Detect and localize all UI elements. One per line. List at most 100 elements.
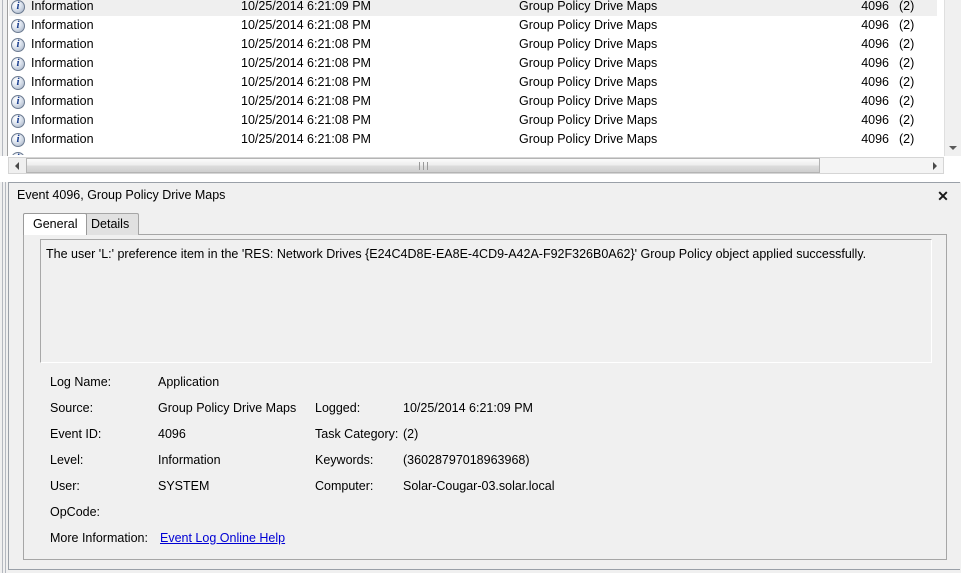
opcode-label: OpCode: — [50, 505, 101, 519]
table-row[interactable]: Information 10/25/2014 6:21:08 PM Group … — [9, 16, 937, 35]
row-taskcategory-cell: (2) — [899, 132, 915, 146]
row-level-cell: Information — [9, 130, 169, 149]
table-row[interactable]: Information 10/25/2014 6:21:08 PM Group … — [9, 35, 937, 54]
level-value: Information — [158, 453, 221, 467]
row-datetime-cell: 10/25/2014 6:21:08 PM — [241, 94, 371, 108]
information-icon — [11, 114, 25, 128]
row-eventid-cell: 4096 — [861, 37, 889, 51]
row-taskcategory-cell: (2) — [899, 37, 915, 51]
computer-label: Computer: — [315, 479, 374, 493]
field-row-event-id: Event ID: 4096 Task Category: (2) — [40, 427, 932, 453]
row-datetime-cell: 10/25/2014 6:21:08 PM — [241, 18, 371, 32]
row-taskcategory-cell: (2) — [899, 0, 915, 13]
list-vertical-scrollbar[interactable] — [944, 0, 961, 156]
row-eventid-cell: 4096 — [861, 75, 889, 89]
field-row-opcode: OpCode: — [40, 505, 932, 531]
row-source-cell: Group Policy Drive Maps — [519, 56, 658, 70]
row-level-label: Information — [31, 56, 94, 70]
table-row[interactable]: Information 10/25/2014 6:21:08 PM Group … — [9, 130, 937, 149]
active-tab-underline-mask — [24, 234, 80, 235]
information-icon — [11, 76, 25, 90]
row-source-cell: Group Policy Drive Maps — [519, 0, 658, 13]
row-level-cell: Information — [9, 16, 169, 35]
source-value: Group Policy Drive Maps — [158, 401, 297, 415]
keywords-value: (36028797018963968) — [403, 453, 530, 467]
row-datetime-cell: 10/25/2014 6:21:08 PM — [241, 132, 371, 146]
information-icon — [11, 133, 25, 147]
tab-details[interactable]: Details — [81, 213, 140, 235]
information-icon — [11, 19, 25, 33]
arrow-down-icon — [949, 146, 957, 150]
table-row[interactable]: Information 10/25/2014 6:21:08 PM Group … — [9, 73, 937, 92]
detail-left-frame-rail — [0, 182, 8, 573]
field-row-source: Source: Group Policy Drive Maps Logged: … — [40, 401, 932, 427]
event-log-online-help-link[interactable]: Event Log Online Help — [160, 531, 285, 545]
scroll-right-button[interactable] — [926, 158, 943, 173]
row-taskcategory-cell: (2) — [899, 18, 915, 32]
event-detail-pane: Event 4096, Group Policy Drive Maps ✕ Ge… — [0, 182, 961, 573]
event-list-rows[interactable]: Information 10/25/2014 6:21:09 PM Group … — [9, 0, 937, 156]
information-icon — [11, 0, 25, 14]
task-category-value: (2) — [403, 427, 419, 441]
event-list-pane: Information 10/25/2014 6:21:09 PM Group … — [0, 0, 961, 156]
arrow-left-icon — [15, 162, 19, 170]
field-row-more-information: More Information: Event Log Online Help — [40, 531, 932, 557]
detail-header-bar: Event 4096, Group Policy Drive Maps ✕ — [9, 183, 960, 209]
row-level-cell: Information — [9, 0, 169, 16]
window-bottom-border — [8, 569, 960, 573]
tab-general[interactable]: General — [23, 213, 88, 235]
row-eventid-cell: 4096 — [861, 94, 889, 108]
row-datetime-cell: 10/25/2014 6:21:08 PM — [241, 37, 371, 51]
row-level-cell: Information — [9, 92, 169, 111]
event-message-box[interactable]: The user 'L:' preference item in the 'RE… — [40, 239, 932, 363]
row-datetime-cell: 10/25/2014 6:21:08 PM — [241, 113, 371, 127]
scroll-left-button[interactable] — [9, 158, 26, 173]
row-datetime-cell: 10/25/2014 6:21:08 PM — [241, 56, 371, 70]
table-row[interactable]: Information 10/25/2014 6:21:09 PM Group … — [9, 0, 937, 16]
row-eventid-cell: 4096 — [861, 18, 889, 32]
row-source-cell: Group Policy Drive Maps — [519, 37, 658, 51]
row-eventid-cell: 4096 — [861, 132, 889, 146]
table-row-partial[interactable] — [9, 149, 937, 155]
row-level-label: Information — [31, 75, 94, 89]
table-row[interactable]: Information 10/25/2014 6:21:08 PM Group … — [9, 54, 937, 73]
field-row-user: User: SYSTEM Computer: Solar-Cougar-03.s… — [40, 479, 932, 505]
row-datetime-cell: 10/25/2014 6:21:09 PM — [241, 0, 371, 13]
keywords-label: Keywords: — [315, 453, 374, 467]
user-label: User: — [50, 479, 80, 493]
logged-label: Logged: — [315, 401, 361, 415]
scrollbar-grip-icon — [419, 162, 428, 170]
field-row-log-name: Log Name: Application — [40, 375, 932, 401]
task-category-label: Task Category: — [315, 427, 399, 441]
event-properties-grid: Log Name: Application Source: Group Poli… — [40, 375, 932, 557]
log-name-value: Application — [158, 375, 220, 389]
field-row-level: Level: Information Keywords: (3602879701… — [40, 453, 932, 479]
more-information-label: More Information: — [50, 531, 148, 545]
row-taskcategory-cell: (2) — [899, 75, 915, 89]
row-source-cell: Group Policy Drive Maps — [519, 75, 658, 89]
row-level-cell: Information — [9, 111, 169, 130]
table-row[interactable]: Information 10/25/2014 6:21:08 PM Group … — [9, 111, 937, 130]
information-icon — [11, 57, 25, 71]
tab-content-general: The user 'L:' preference item in the 'RE… — [23, 235, 947, 560]
horizontal-scrollbar-thumb[interactable] — [26, 158, 820, 173]
information-icon — [11, 38, 25, 52]
row-source-cell: Group Policy Drive Maps — [519, 113, 658, 127]
event-message-text: The user 'L:' preference item in the 'RE… — [46, 247, 867, 261]
list-horizontal-scrollbar[interactable] — [8, 157, 944, 174]
information-icon — [11, 152, 25, 155]
event-id-value: 4096 — [158, 427, 186, 441]
row-taskcategory-cell: (2) — [899, 113, 915, 127]
table-row[interactable]: Information 10/25/2014 6:21:08 PM Group … — [9, 92, 937, 111]
row-level-cell: Information — [9, 35, 169, 54]
user-value: SYSTEM — [158, 479, 210, 493]
scroll-down-button[interactable] — [945, 139, 961, 156]
close-icon[interactable]: ✕ — [934, 188, 952, 204]
row-source-cell: Group Policy Drive Maps — [519, 18, 658, 32]
list-left-frame-rail — [0, 0, 8, 156]
row-level-label: Information — [31, 37, 94, 51]
log-name-label: Log Name: — [50, 375, 112, 389]
row-eventid-cell: 4096 — [861, 113, 889, 127]
arrow-right-icon — [933, 162, 937, 170]
row-source-cell: Group Policy Drive Maps — [519, 132, 658, 146]
